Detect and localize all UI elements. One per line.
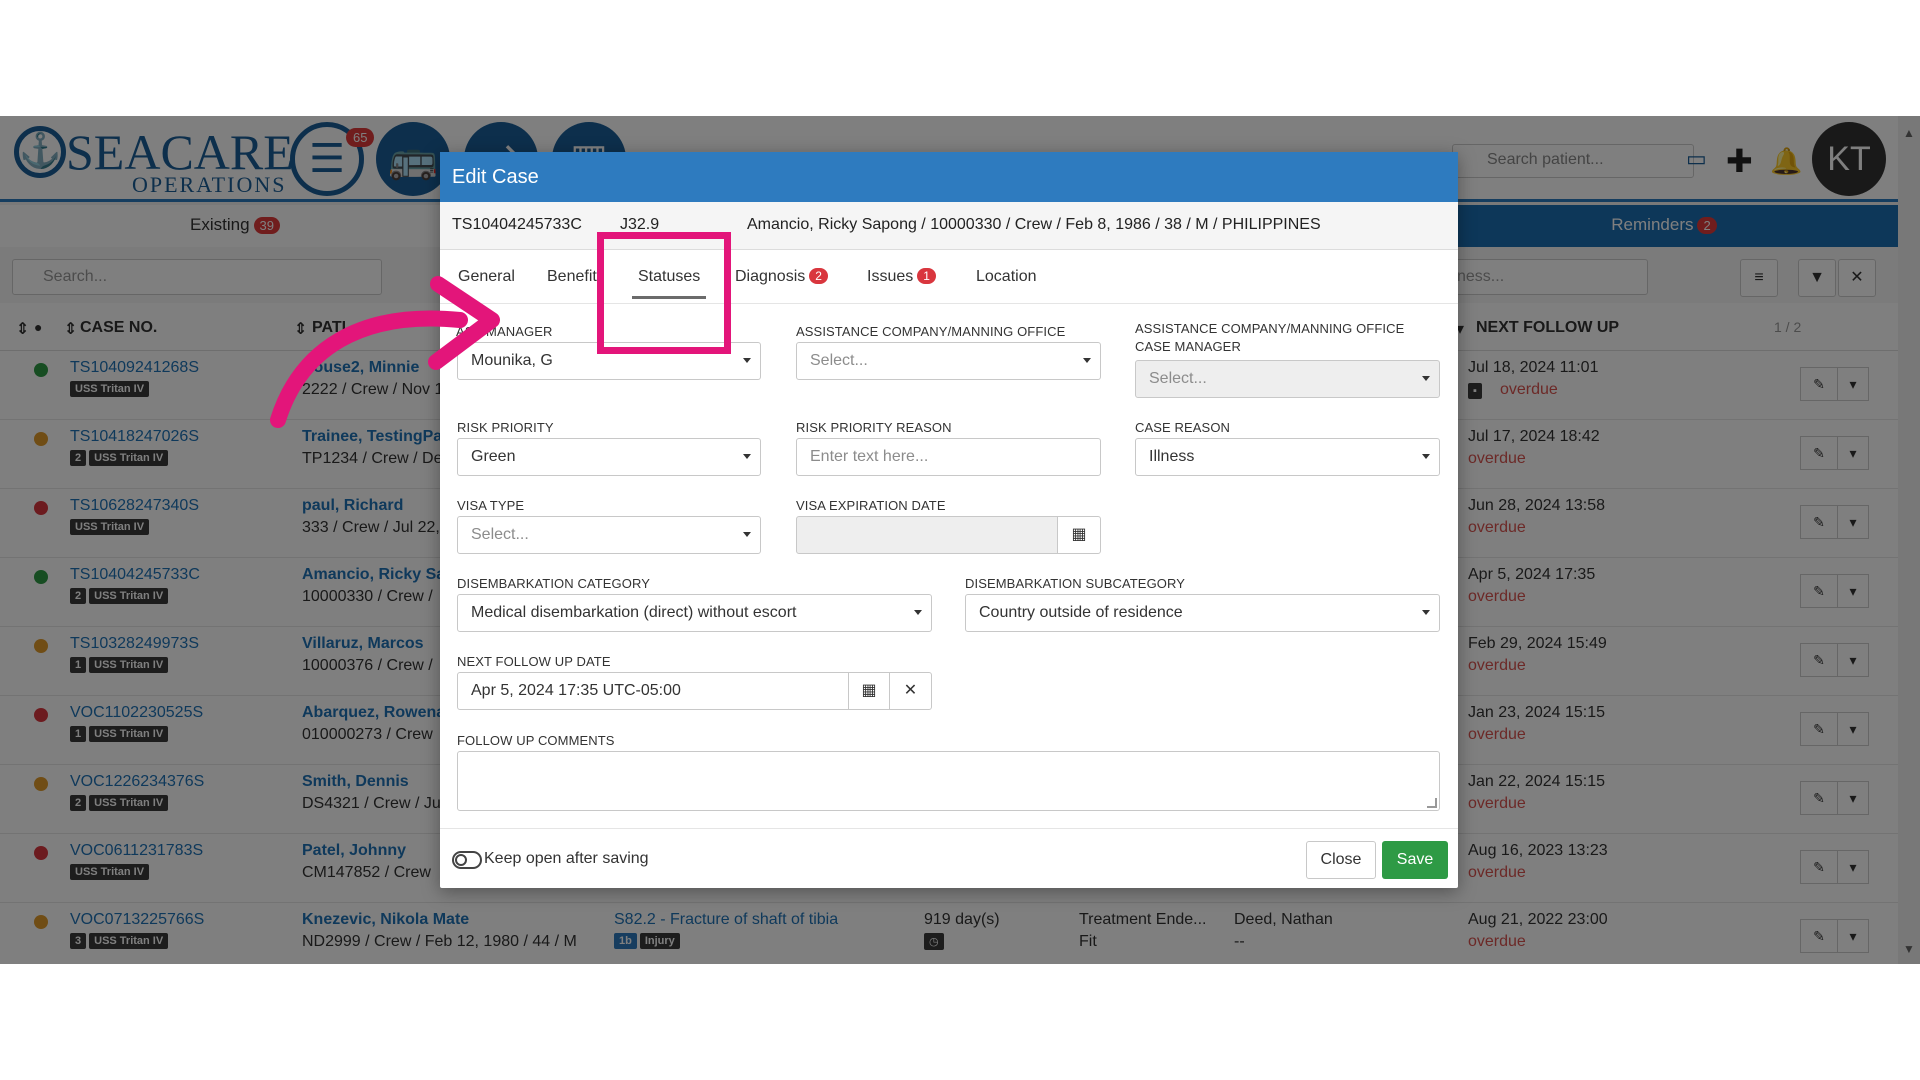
visa-type-placeholder: Select... [471, 526, 529, 543]
visa-type-select[interactable]: Select... [457, 516, 761, 554]
risk-priority-value: Green [471, 448, 516, 465]
assist-cm-placeholder: Select... [1149, 370, 1207, 387]
assist-cm-label: ASSISTANCE COMPANY/MANNING OFFICE CASE MA… [1135, 320, 1404, 356]
resize-grip-icon[interactable] [1427, 798, 1437, 808]
assist-cm-label-line2: CASE MANAGER [1135, 339, 1241, 354]
chevron-down-icon [1422, 376, 1430, 381]
risk-reason-label: RISK PRIORITY REASON [796, 420, 952, 435]
follow-up-comments-textarea[interactable] [457, 751, 1440, 811]
risk-reason-input[interactable]: Enter text here... [796, 438, 1101, 476]
case-reason-select[interactable]: Illness [1135, 438, 1440, 476]
disemb-category-label: DISEMBARKATION CATEGORY [457, 576, 650, 591]
case-reason-label: CASE REASON [1135, 420, 1231, 435]
save-button[interactable]: Save [1382, 841, 1448, 879]
patient-info: Amancio, Ricky Sapong / 10000330 / Crew … [747, 216, 1321, 233]
modal-footer: Keep open after saving Close Save [440, 828, 1458, 888]
tab-count: 2 [809, 268, 828, 284]
disemb-subcategory-value: Country outside of residence [979, 604, 1183, 621]
calendar-icon[interactable]: ▦ [848, 672, 890, 710]
modal-tabs: General Benefit Statuses Diagnosis 2 Issu… [440, 250, 1458, 304]
assist-company-label: ASSISTANCE COMPANY/MANNING OFFICE [796, 324, 1066, 339]
assist-cm-select[interactable]: Select... [1135, 360, 1440, 398]
next-follow-up-label: NEXT FOLLOW UP DATE [457, 654, 611, 669]
tab-issues[interactable]: Issues 1 [867, 268, 936, 296]
assist-company-select[interactable]: Select... [796, 342, 1101, 380]
calendar-icon[interactable]: ▦ [1057, 516, 1101, 554]
visa-type-label: VISA TYPE [457, 498, 525, 513]
disemb-category-select[interactable]: Medical disembarkation (direct) without … [457, 594, 932, 632]
chevron-down-icon [1083, 358, 1091, 363]
tab-label: Diagnosis [735, 268, 806, 285]
chevron-down-icon [743, 532, 751, 537]
tab-count: 1 [917, 268, 936, 284]
chevron-down-icon [743, 454, 751, 459]
toggle-knob [455, 854, 467, 866]
close-button[interactable]: Close [1306, 841, 1376, 879]
chevron-down-icon [914, 610, 922, 615]
visa-exp-label: VISA EXPIRATION DATE [796, 498, 946, 513]
case-info-bar: TS10404245733C J32.9 Amancio, Ricky Sapo… [440, 202, 1458, 250]
modal-title: Edit Case [440, 152, 1458, 202]
tab-label: Issues [867, 268, 914, 285]
case-id: TS10404245733C [452, 216, 582, 233]
chevron-down-icon [743, 358, 751, 363]
tab-label: Location [976, 268, 1037, 285]
chevron-down-icon [1422, 610, 1430, 615]
tab-diagnosis[interactable]: Diagnosis 2 [735, 268, 828, 296]
statuses-highlight-box [597, 232, 731, 354]
tab-benefit[interactable]: Benefit [547, 268, 597, 296]
case-reason-value: Illness [1149, 448, 1195, 465]
tab-location[interactable]: Location [976, 268, 1037, 296]
follow-up-comments-label: FOLLOW UP COMMENTS [457, 733, 615, 748]
chevron-down-icon [1422, 454, 1430, 459]
tab-label: Benefit [547, 268, 597, 285]
clear-date-icon[interactable]: ✕ [889, 672, 932, 710]
keep-open-label: Keep open after saving [484, 850, 649, 867]
visa-exp-input[interactable] [796, 516, 1058, 554]
pointer-arrow-icon [270, 276, 500, 428]
disemb-subcategory-label: DISEMBARKATION SUBCATEGORY [965, 576, 1186, 591]
assist-company-placeholder: Select... [810, 352, 868, 369]
keep-open-toggle[interactable] [452, 851, 482, 869]
disemb-category-value: Medical disembarkation (direct) without … [471, 604, 797, 621]
risk-priority-select[interactable]: Green [457, 438, 761, 476]
next-follow-up-input[interactable]: Apr 5, 2024 17:35 UTC-05:00 [457, 672, 849, 710]
edit-case-modal: Edit Case TS10404245733C J32.9 Amancio, … [440, 152, 1458, 888]
disemb-subcategory-select[interactable]: Country outside of residence [965, 594, 1440, 632]
assist-cm-label-line1: ASSISTANCE COMPANY/MANNING OFFICE [1135, 321, 1405, 336]
